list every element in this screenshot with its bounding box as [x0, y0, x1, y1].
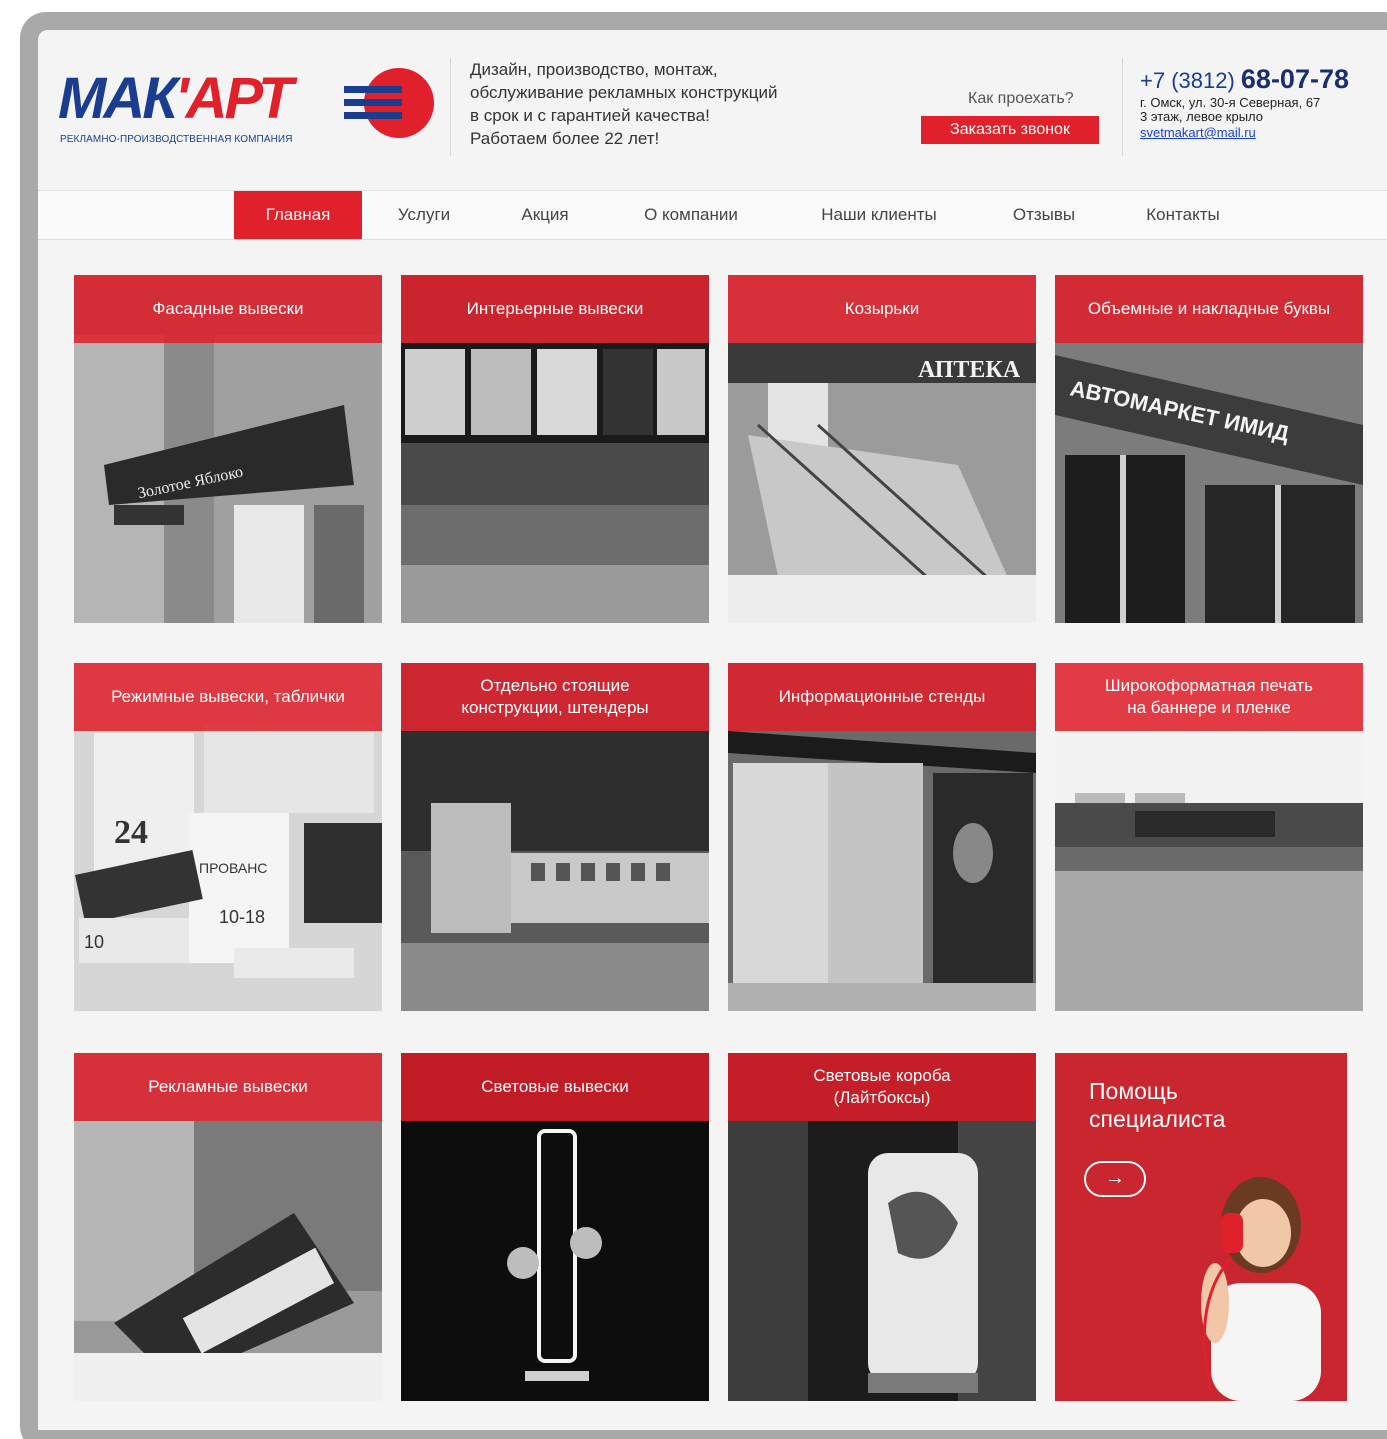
tile-label: Фасадные вывески	[74, 275, 382, 343]
company-logo[interactable]: МАК'АРТ РЕКЛАМНО-ПРОИЗВОДСТВЕННАЯ КОМПАН…	[58, 68, 438, 148]
tile-label: Отдельно стоящие конструкции, штендеры	[401, 663, 709, 731]
contact-block: +7 (3812) 68-07-78 г. Омск, ул. 30-я Сев…	[1140, 64, 1387, 142]
site-header: МАК'АРТ РЕКЛАМНО-ПРОИЗВОДСТВЕННАЯ КОМПАН…	[38, 30, 1387, 190]
company-tagline: Дизайн, производство, монтаж, обслуживан…	[470, 60, 778, 148]
nav-item-promo[interactable]: Акция	[504, 191, 586, 239]
help-title: Помощь специалиста	[1089, 1078, 1226, 1132]
web-page: МАК'АРТ РЕКЛАМНО-ПРОИЗВОДСТВЕННАЯ КОМПАН…	[38, 30, 1387, 1430]
service-tile-info-stands[interactable]: Информационные стенды	[728, 663, 1036, 1011]
address-line: г. Омск, ул. 30-я Северная, 67	[1140, 95, 1321, 110]
email-link[interactable]: svetmakart@mail.ru	[1140, 125, 1256, 140]
svg-text:10-18: 10-18	[219, 907, 265, 927]
tile-label: Рекламные вывески	[74, 1053, 382, 1121]
tile-label: Режимные вывески, таблички	[74, 663, 382, 731]
service-tile-light-signs[interactable]: Световые вывески	[401, 1053, 709, 1401]
tile-label: Световые вывески	[401, 1053, 709, 1121]
arrow-right-icon[interactable]: →	[1084, 1161, 1146, 1197]
tile-label: Интерьерные вывески	[401, 275, 709, 343]
nav-item-services[interactable]: Услуги	[374, 191, 474, 239]
tile-label: Широкоформатная печать на баннере и плен…	[1055, 663, 1363, 731]
address-line: 3 этаж, левое крыло	[1140, 109, 1264, 124]
nav-item-clients[interactable]: Наши клиенты	[794, 191, 964, 239]
svg-text:АПТЕКА: АПТЕКА	[918, 357, 1021, 383]
logo-subtitle: РЕКЛАМНО-ПРОИЗВОДСТВЕННАЯ КОМПАНИЯ	[60, 134, 293, 145]
specialist-help-tile[interactable]: Помощь специалиста →	[1055, 1053, 1347, 1401]
svg-text:24: 24	[114, 814, 148, 851]
logo-emblem-icon	[344, 68, 434, 138]
woman-with-phone-illustration	[1201, 1177, 1321, 1401]
phone-number[interactable]: +7 (3812) 68-07-78	[1140, 64, 1387, 96]
header-divider	[450, 58, 451, 156]
nav-item-contacts[interactable]: Контакты	[1128, 191, 1238, 239]
svg-text:10: 10	[84, 932, 104, 952]
tile-label: Световые короба (Лайтбоксы)	[728, 1053, 1036, 1121]
tile-label: Козырьки	[728, 275, 1036, 343]
service-tile-volume-letters[interactable]: АВТОМАРКЕТ ИМИД Объемные и накладные бук…	[1055, 275, 1363, 623]
nav-item-reviews[interactable]: Отзывы	[996, 191, 1092, 239]
svg-text:ПРОВАНС: ПРОВАНС	[199, 860, 267, 876]
main-navigation: Главная Услуги Акция О компании Наши кли…	[38, 190, 1387, 240]
nav-item-home[interactable]: Главная	[234, 191, 362, 239]
service-tile-ad-signs[interactable]: Рекламные вывески	[74, 1053, 382, 1401]
service-tile-wide-print[interactable]: Широкоформатная печать на баннере и плен…	[1055, 663, 1363, 1011]
service-tile-facade-signs[interactable]: Золотое Яблоко Фасадные вывески	[74, 275, 382, 623]
tile-label: Информационные стенды	[728, 663, 1036, 731]
directions-link[interactable]: Как проехать?	[968, 90, 1074, 108]
service-tile-canopies[interactable]: АПТЕКА Козырьки	[728, 275, 1036, 623]
order-callback-button[interactable]: Заказать звонок	[921, 116, 1099, 144]
tile-label: Объемные и накладные буквы	[1055, 275, 1363, 343]
header-divider	[1122, 58, 1123, 156]
logo-wordmark: МАК'АРТ	[58, 66, 293, 131]
nav-item-about[interactable]: О компании	[620, 191, 762, 239]
service-tile-interior-signs[interactable]: Интерьерные вывески	[401, 275, 709, 623]
service-tile-freestanding[interactable]: Отдельно стоящие конструкции, штендеры	[401, 663, 709, 1011]
service-tile-lightboxes[interactable]: Световые короба (Лайтбоксы)	[728, 1053, 1036, 1401]
service-tile-mode-signs[interactable]: 24 ПРОВАНС 10-18 10 Режимные вывески, та…	[74, 663, 382, 1011]
